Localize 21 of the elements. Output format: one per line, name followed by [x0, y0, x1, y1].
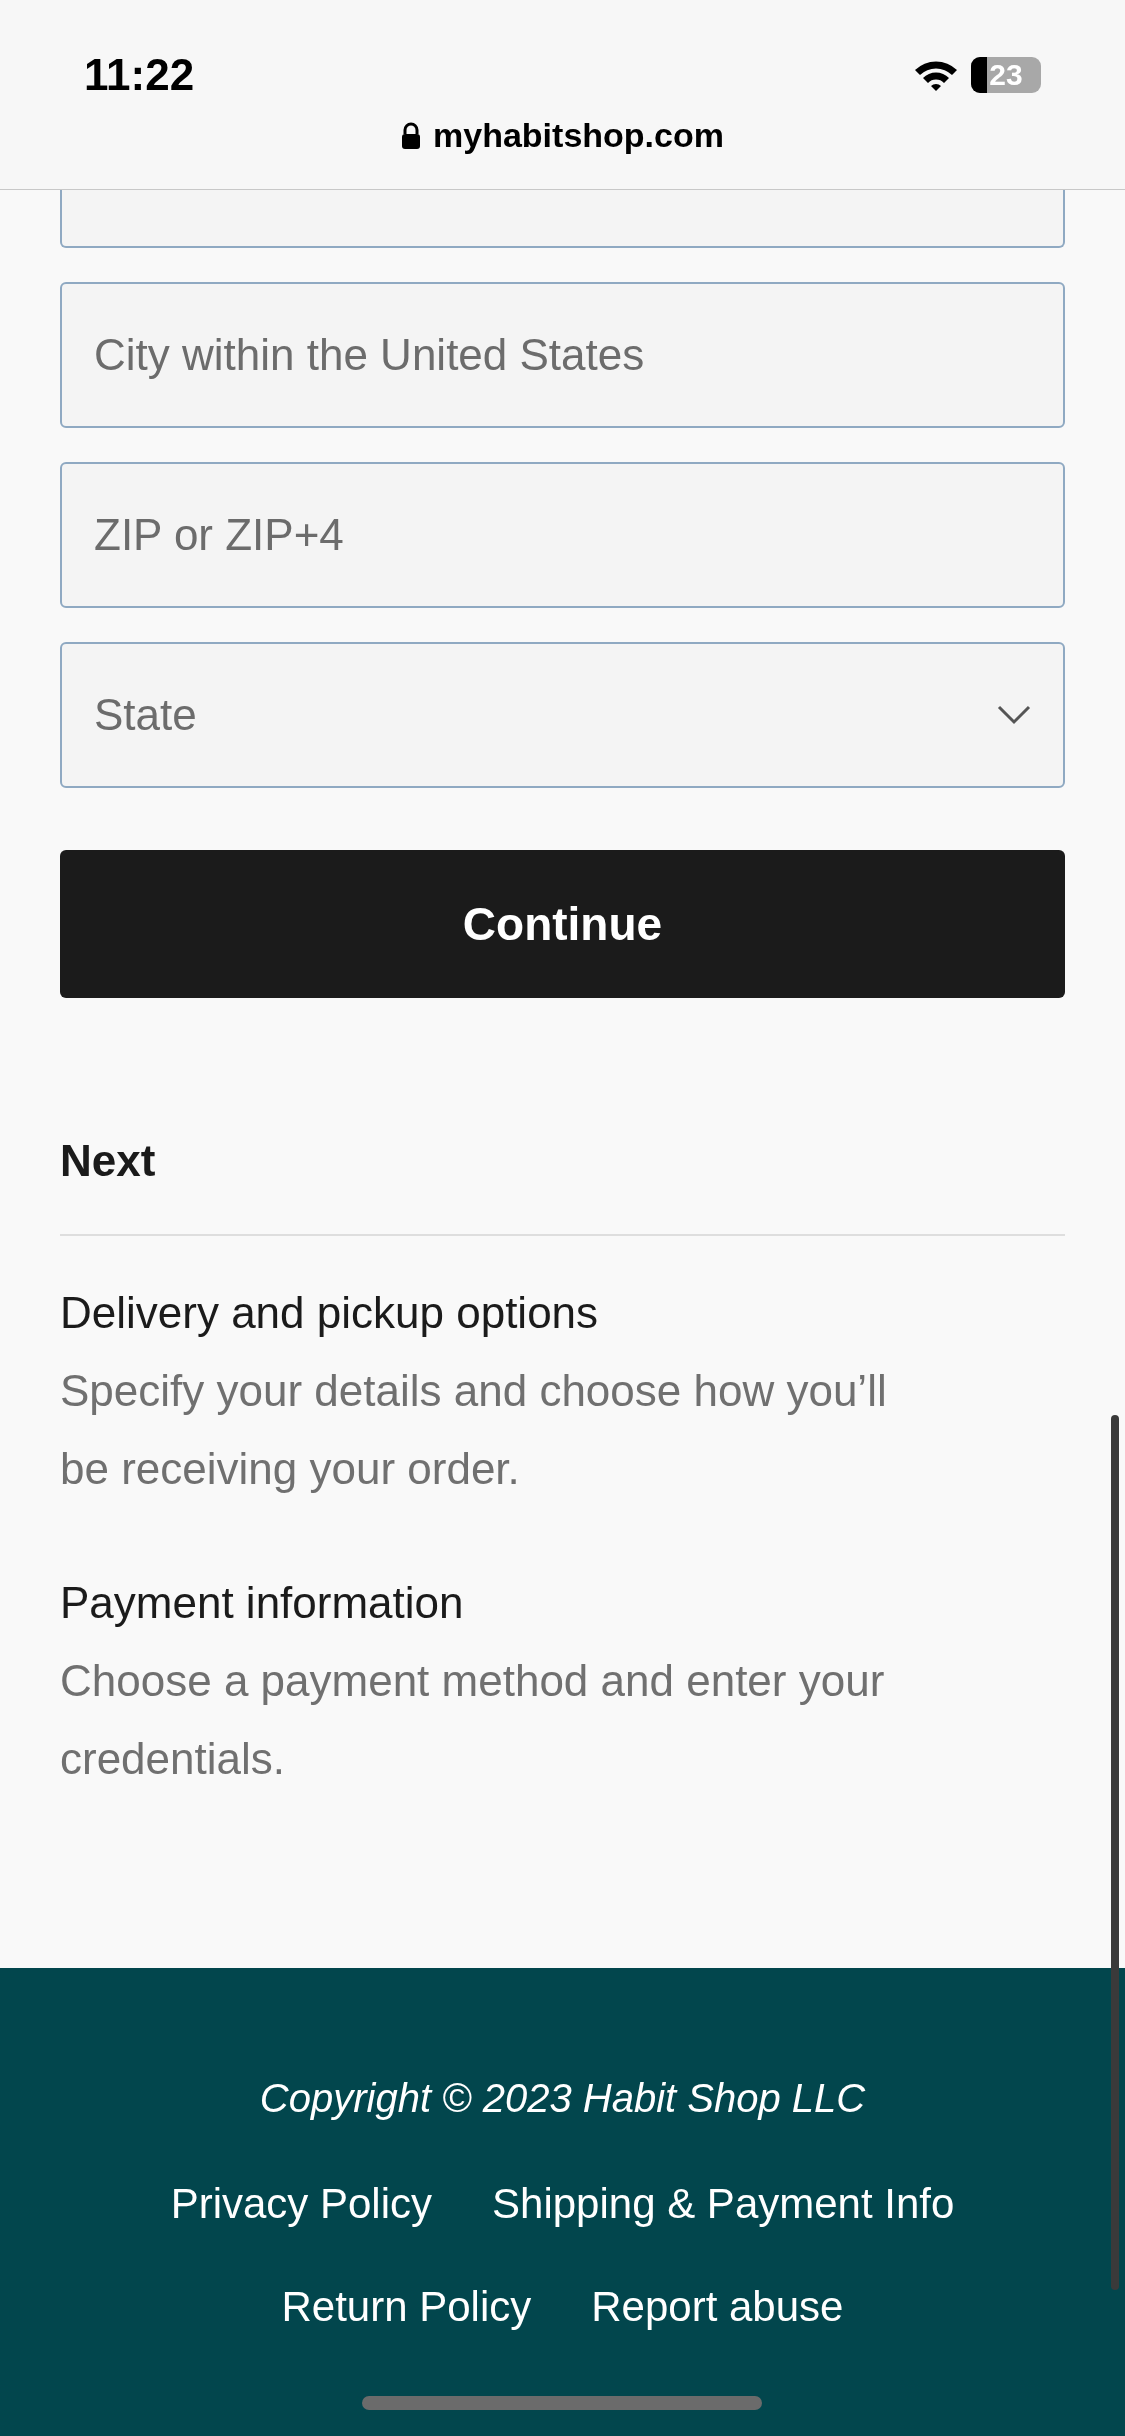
input-field[interactable]: City within the United States: [60, 282, 1065, 428]
section-heading: Next: [60, 1135, 157, 1187]
copyright-text: Copyright © 2023 Habit Shop LLC: [259, 2075, 866, 2122]
battery-charge-bar: [971, 57, 987, 93]
lock-icon: [401, 121, 422, 150]
footer-link[interactable]: Return Policy: [281, 2275, 532, 2338]
step-description: Specify your details and choose how you’ll be receiving your order.: [60, 1365, 888, 1495]
continue-button[interactable]: Continue: [60, 850, 1065, 998]
url-text[interactable]: myhabitshop.com: [433, 110, 724, 161]
step-title: Payment information: [60, 1577, 465, 1629]
wifi-icon: [913, 58, 959, 92]
input-field[interactable]: ZIP or ZIP+4: [60, 462, 1065, 608]
step-title: Delivery and pickup options: [60, 1287, 600, 1339]
step-description: Choose a payment method and enter your credentials.: [60, 1655, 886, 1785]
battery-percent: 23: [989, 60, 1023, 90]
chevron-down-icon: [997, 705, 1031, 725]
footer-link[interactable]: Report abuse: [591, 2275, 844, 2338]
status-time: 11:22: [84, 49, 195, 101]
footer-link[interactable]: Privacy Policy: [170, 2172, 433, 2235]
footer-link[interactable]: Shipping & Payment Info: [492, 2172, 955, 2235]
state-select[interactable]: State: [60, 642, 1065, 788]
